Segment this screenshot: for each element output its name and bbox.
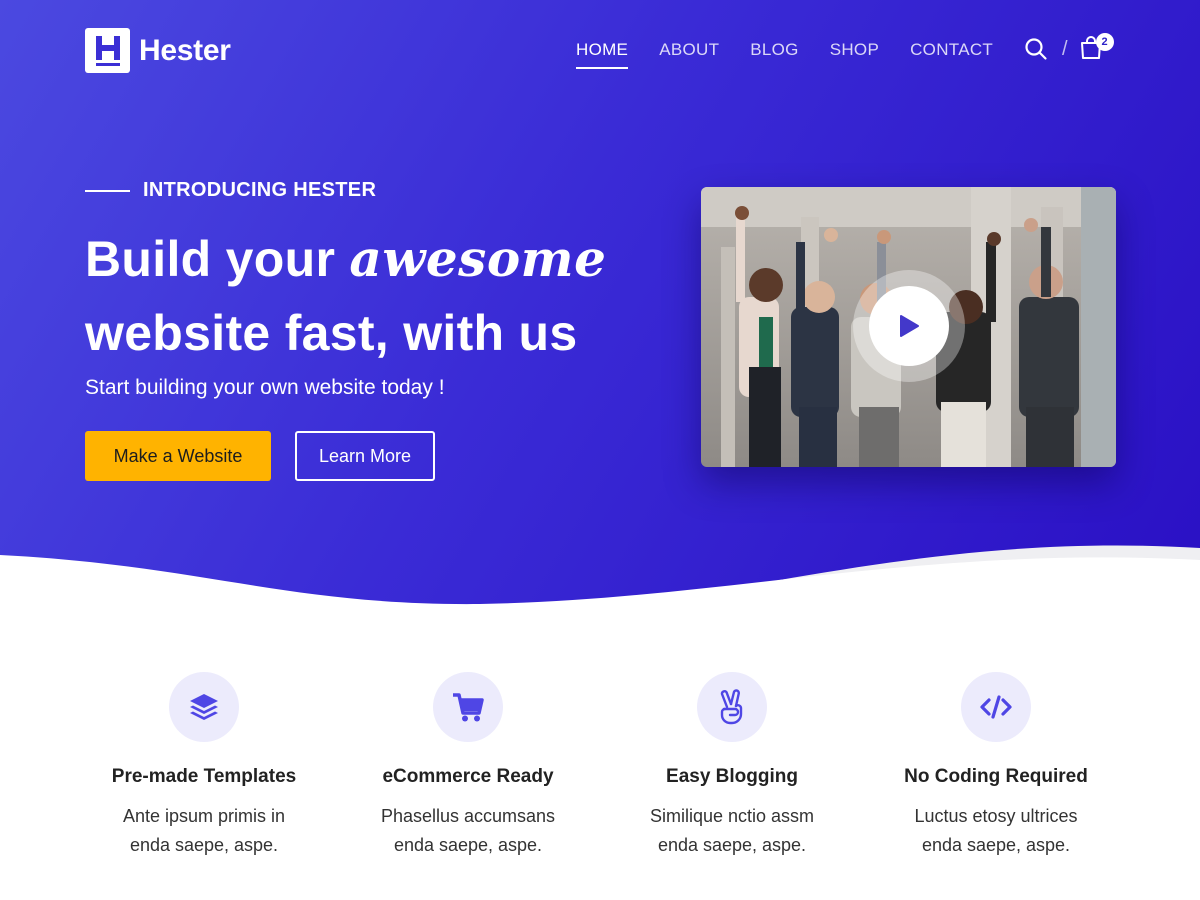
feature-desc: Phasellus accumsans enda saepe, aspe.: [348, 802, 588, 860]
learn-more-button[interactable]: Learn More: [295, 431, 435, 481]
nav-item-about[interactable]: ABOUT: [659, 40, 719, 69]
layers-icon: [190, 694, 218, 720]
peace-hand-icon: [720, 689, 743, 725]
feature-desc: Similique nctio assm enda saepe, aspe.: [612, 802, 852, 860]
hero-subheadline: Start building your own website today !: [85, 376, 445, 399]
feature-icon-wrap: [697, 672, 767, 742]
feature-title: eCommerce Ready: [382, 766, 554, 787]
feature-desc-line: Similique nctio assm: [649, 806, 815, 826]
feature-desc-line: enda saepe, aspe.: [921, 835, 1071, 855]
feature-icon-wrap: [169, 672, 239, 742]
nav-item-contact[interactable]: CONTACT: [910, 40, 993, 69]
make-website-button[interactable]: Make a Website: [85, 431, 271, 481]
logo-mark-icon: [85, 28, 130, 73]
headline-part2: website fast, with us: [85, 305, 578, 361]
play-button-inner: [869, 286, 949, 366]
search-icon[interactable]: [1024, 37, 1048, 61]
nav-item-blog[interactable]: BLOG: [750, 40, 798, 69]
hero-video[interactable]: [701, 187, 1116, 467]
feature-desc-line: Ante ipsum primis in: [122, 806, 286, 826]
eyebrow-line: [85, 189, 130, 192]
feature-title: Pre-made Templates: [111, 766, 297, 787]
tools-separator: /: [1062, 37, 1068, 60]
feature-icon-wrap: [961, 672, 1031, 742]
nav-item-shop[interactable]: SHOP: [830, 40, 879, 69]
headline-accent: awesome: [349, 229, 607, 288]
code-icon: [980, 695, 1012, 719]
cart-button[interactable]: 2: [1080, 33, 1114, 62]
feature-icon-wrap: [433, 672, 503, 742]
cart-count-badge: 2: [1095, 33, 1114, 51]
hero-eyebrow: INTRODUCING HESTER: [85, 179, 376, 202]
feature-card: No Coding Required Luctus etosy ultrices…: [876, 672, 1116, 860]
eyebrow-text: INTRODUCING HESTER: [143, 179, 377, 201]
shopping-cart-icon: [453, 693, 484, 722]
feature-desc: Ante ipsum primis in enda saepe, aspe.: [84, 802, 324, 860]
feature-card: eCommerce Ready Phasellus accumsans enda…: [348, 672, 588, 860]
feature-title: Easy Blogging: [666, 766, 798, 787]
site-name: Hester: [139, 33, 231, 67]
site-logo[interactable]: Hester: [85, 28, 231, 73]
feature-desc-line: enda saepe, aspe.: [129, 835, 279, 855]
feature-desc-line: Luctus etosy ultrices: [914, 806, 1078, 826]
nav-item-home[interactable]: HOME: [576, 40, 629, 69]
hero-section: Hester HOME ABOUT BLOG SHOP CONTACT / 2 …: [0, 0, 1200, 620]
play-button[interactable]: [853, 270, 965, 382]
feature-desc-line: enda saepe, aspe.: [657, 835, 807, 855]
feature-desc-line: Phasellus accumsans: [380, 806, 556, 826]
main-nav: HOME ABOUT BLOG SHOP CONTACT: [576, 40, 993, 69]
headline-part1: Build your: [85, 231, 350, 287]
hero-headline: Build your awesome website fast, with us: [85, 222, 606, 370]
feature-desc: Luctus etosy ultrices enda saepe, aspe.: [876, 802, 1116, 860]
header-tools: / 2: [1024, 33, 1114, 62]
feature-title: No Coding Required: [904, 766, 1088, 787]
play-icon: [900, 315, 919, 337]
feature-desc-line: enda saepe, aspe.: [393, 835, 543, 855]
feature-card: Pre-made Templates Ante ipsum primis in …: [84, 672, 324, 860]
feature-card: Easy Blogging Similique nctio assm enda …: [612, 672, 852, 860]
